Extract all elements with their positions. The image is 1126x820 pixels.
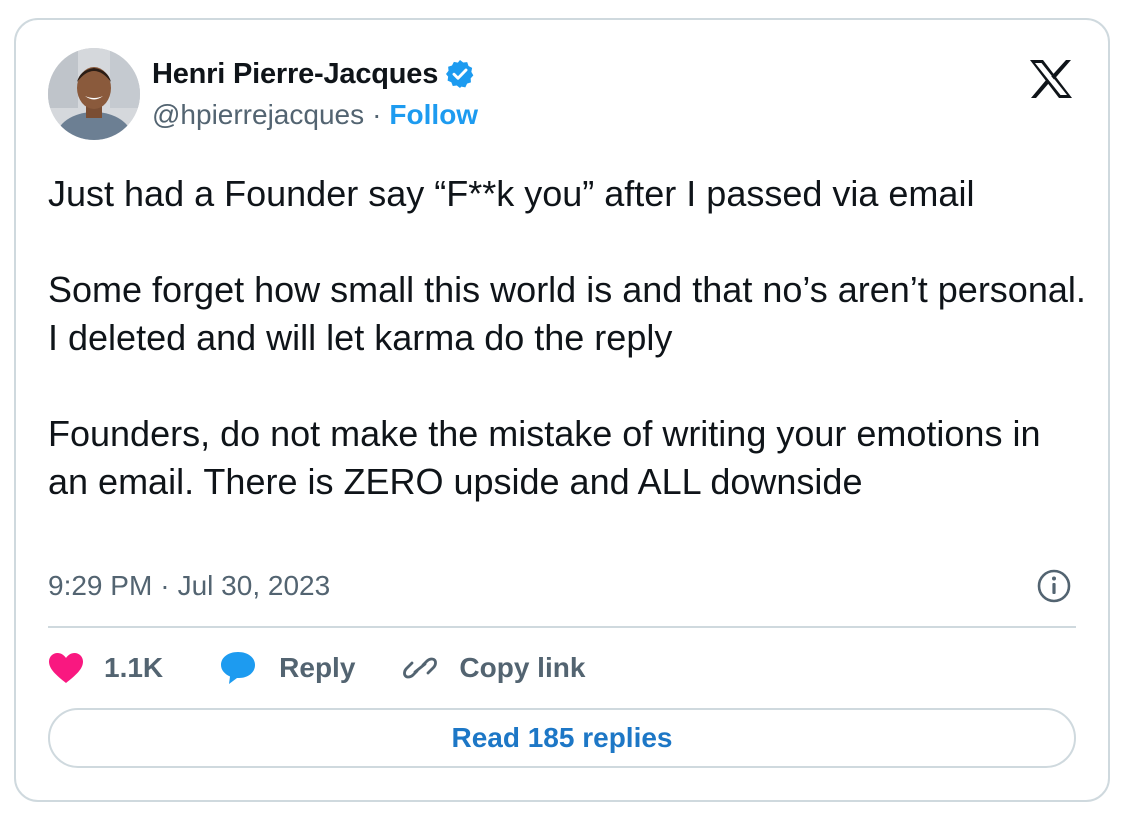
read-replies-button[interactable]: Read 185 replies bbox=[48, 708, 1076, 768]
handle-separator: · bbox=[372, 99, 382, 130]
tweet-card: Henri Pierre-Jacques @hpierrejacques · F… bbox=[14, 18, 1110, 802]
x-logo-icon[interactable] bbox=[1028, 58, 1074, 100]
author-handle-row: @hpierrejacques · Follow bbox=[152, 96, 478, 134]
reply-button[interactable]: Reply bbox=[219, 650, 355, 686]
speech-bubble-icon bbox=[219, 650, 257, 686]
copy-link-button[interactable]: Copy link bbox=[401, 650, 585, 686]
link-icon bbox=[401, 650, 439, 686]
avatar[interactable] bbox=[48, 48, 140, 140]
like-count: 1.1K bbox=[104, 652, 164, 683]
tweet-paragraph: Just had a Founder say “F**k you” after … bbox=[48, 173, 975, 214]
tweet-actions: 1.1K Reply Copy link bbox=[48, 644, 585, 692]
tweet-paragraph: Founders, do not make the mistake of wri… bbox=[48, 413, 1041, 502]
follow-button[interactable]: Follow bbox=[389, 99, 478, 131]
timestamp-separator: · bbox=[160, 570, 170, 601]
divider bbox=[48, 626, 1076, 628]
tweet-text: Just had a Founder say “F**k you” after … bbox=[48, 170, 1088, 506]
heart-icon bbox=[48, 652, 84, 684]
tweet-time: 9:29 PM bbox=[48, 570, 153, 601]
author-display-name[interactable]: Henri Pierre-Jacques bbox=[152, 58, 438, 91]
info-icon[interactable] bbox=[1036, 568, 1072, 604]
copy-link-label: Copy link bbox=[459, 652, 586, 683]
tweet-paragraph: Some forget how small this world is and … bbox=[48, 269, 1086, 358]
author-name-row: Henri Pierre-Jacques bbox=[152, 54, 476, 94]
author-handle[interactable]: @hpierrejacques bbox=[152, 99, 364, 131]
tweet-date: Jul 30, 2023 bbox=[177, 570, 331, 601]
like-button[interactable]: 1.1K bbox=[48, 652, 163, 684]
tweet-timestamp[interactable]: 9:29 PM · Jul 30, 2023 bbox=[48, 566, 330, 606]
reply-label: Reply bbox=[279, 652, 356, 683]
verified-badge-icon bbox=[444, 58, 476, 90]
